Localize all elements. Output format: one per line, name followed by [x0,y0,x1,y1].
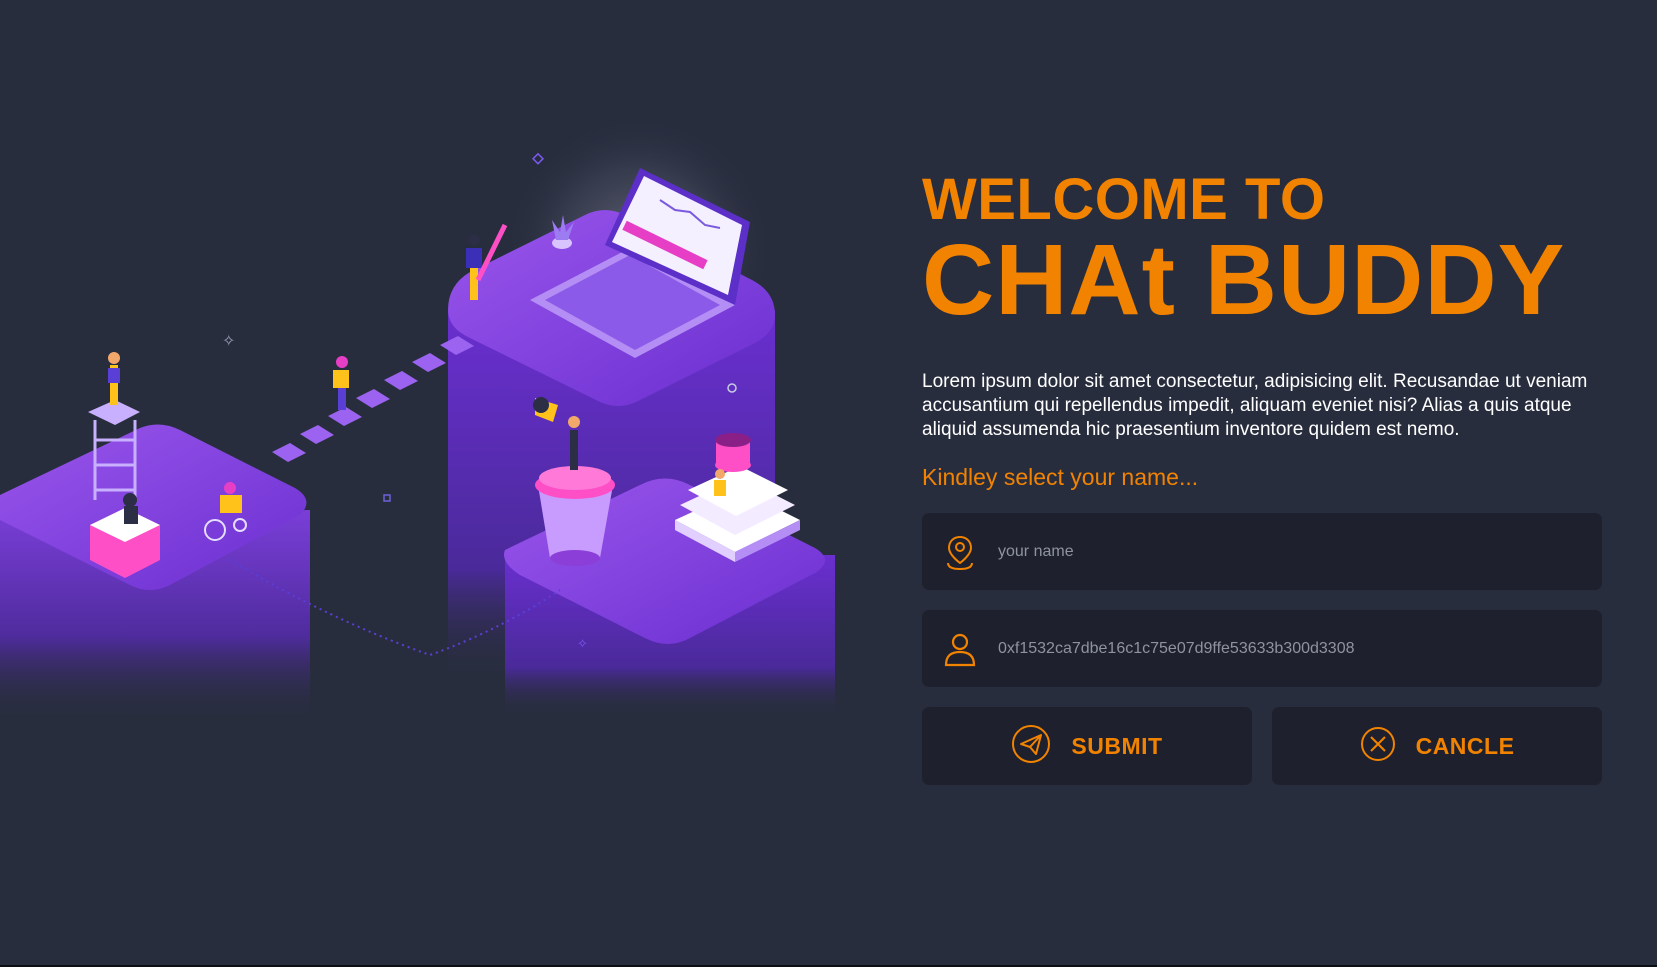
address-input[interactable] [996,638,1580,659]
submit-label: SUBMIT [1071,732,1163,759]
submit-button[interactable]: SUBMIT [922,707,1252,785]
welcome-heading: WELCOME TO [922,167,1326,232]
climbing-person [333,356,349,410]
name-prompt: Kindley select your name... [922,464,1199,490]
close-circle-icon [1360,726,1396,767]
isometric-illustration: ✧ ✧ [0,115,835,720]
description-text: Lorem ipsum dolor sit amet consectetur, … [922,371,1588,440]
address-field-container [922,610,1602,687]
stairs-graphic [272,336,474,462]
send-icon [1011,724,1051,769]
login-page: ✧ ✧ WELCOME TO CHAt BUDDY Lorem ipsum do… [0,0,1657,967]
cancel-label: CANCLE [1415,732,1515,759]
action-buttons: SUBMIT CANCLE [922,707,1602,785]
welcome-panel: WELCOME TO CHAt BUDDY Lorem ipsum dolor … [922,170,1602,785]
cancel-button[interactable]: CANCLE [1272,707,1602,785]
sparkle-star: ✧ [222,331,235,350]
user-icon [942,629,978,669]
left-platform [0,424,310,720]
sparkle-square [383,494,391,502]
person-figure [108,352,120,405]
sparkle-star-small: ✧ [577,637,588,652]
location-pin-icon [942,532,978,572]
name-field-container [922,513,1602,590]
name-input[interactable] [996,541,1580,562]
app-title: CHAt BUDDY [922,224,1566,336]
